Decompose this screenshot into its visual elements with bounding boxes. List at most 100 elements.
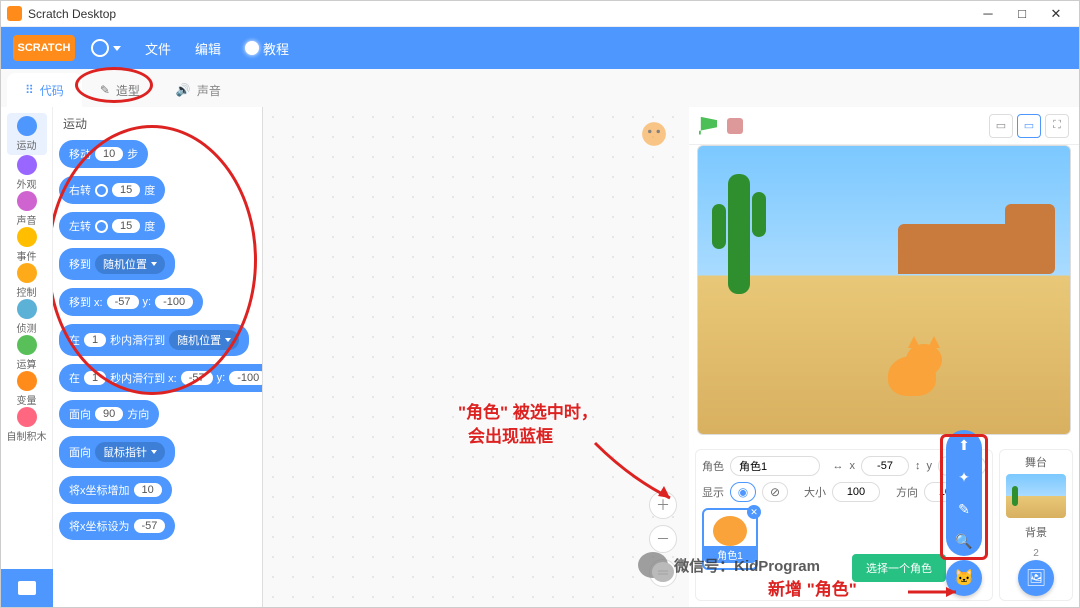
cat-icon [713, 516, 747, 546]
chevron-down-icon [113, 46, 121, 51]
category-外观[interactable]: 外观 [7, 155, 47, 191]
backdrop-cactus [728, 174, 750, 294]
scratch-logo: SCRATCH [13, 35, 75, 61]
watermark-wechat: 微信号：KidProgram [638, 552, 820, 578]
category-dot-icon [17, 371, 37, 391]
menu-edit[interactable]: 编辑 [187, 35, 229, 62]
workspace[interactable]: ＋ － ＝ [263, 107, 689, 607]
block-goto-xy[interactable]: 移到 x: -57 y: -100 [59, 288, 203, 316]
sound-icon: 🔊 [176, 83, 191, 97]
palette-header: 运动 [63, 115, 262, 132]
turn-ccw-icon [95, 220, 108, 233]
add-sprite-menu: ⬆ ✦ ✎ 🔍 [946, 430, 982, 556]
sprite-name-input[interactable] [730, 456, 820, 476]
annotation-text: 新增 "角色" [768, 575, 857, 600]
category-dot-icon [17, 263, 37, 283]
category-侦测[interactable]: 侦测 [7, 299, 47, 335]
close-button[interactable]: ✕ [1039, 1, 1073, 27]
minimize-button[interactable]: ─ [971, 1, 1005, 27]
sprite-size-label: 大小 [804, 484, 826, 500]
annotation-arrow [908, 582, 968, 602]
stage-size-large[interactable]: ▭ [1017, 114, 1041, 138]
window-title: Scratch Desktop [28, 7, 971, 21]
chevron-down-icon [225, 338, 231, 342]
backdrop-count: 2 [1033, 548, 1039, 559]
tab-costumes[interactable]: ✎ 造型 [82, 73, 158, 107]
category-事件[interactable]: 事件 [7, 227, 47, 263]
add-backdrop-button[interactable]: 🖼 [1018, 560, 1054, 596]
globe-icon [91, 39, 109, 57]
paint-sprite-button[interactable]: ✎ [955, 500, 973, 518]
sprite-name-label: 角色 [702, 458, 724, 474]
block-move-steps[interactable]: 移动 10 步 [59, 140, 148, 168]
category-变量[interactable]: 变量 [7, 371, 47, 407]
maximize-button[interactable]: □ [1005, 1, 1039, 27]
block-glide-xy[interactable]: 在 1 秒内滑行到 x: -57 y: -100 [59, 364, 263, 392]
annotation-text: "角色" 被选中时， [458, 398, 598, 423]
category-运算[interactable]: 运算 [7, 335, 47, 371]
block-goto-random[interactable]: 移到 随机位置 [59, 248, 175, 280]
sprite-show-label: 显示 [702, 484, 724, 500]
search-sprite-button[interactable]: 🔍 [955, 532, 973, 550]
block-turn-right[interactable]: 右转 15 度 [59, 176, 165, 204]
green-flag-button[interactable] [699, 117, 717, 135]
stage-size-small[interactable]: ▭ [989, 114, 1013, 138]
code-icon: ⠿ [25, 83, 34, 97]
upload-sprite-button[interactable]: ⬆ [955, 436, 973, 454]
chevron-down-icon [151, 450, 157, 454]
category-dot-icon [17, 227, 37, 247]
backdrop-thumbnail[interactable] [1006, 474, 1066, 518]
category-dot-icon [17, 299, 37, 319]
stage[interactable] [697, 145, 1071, 435]
sprite-show-button[interactable]: ◉ [730, 482, 756, 502]
zoom-out-button[interactable]: － [649, 525, 677, 553]
chevron-down-icon [151, 262, 157, 266]
lightbulb-icon [245, 41, 259, 55]
language-menu[interactable] [83, 35, 129, 61]
sprite-size-input[interactable] [832, 482, 880, 502]
category-自制积木[interactable]: 自制积木 [7, 407, 47, 443]
choose-sprite-label: 选择一个角色 [852, 554, 946, 582]
category-控制[interactable]: 控制 [7, 263, 47, 299]
tab-code[interactable]: ⠿ 代码 [7, 73, 82, 107]
delete-sprite-button[interactable]: ✕ [747, 505, 761, 519]
turn-cw-icon [95, 184, 108, 197]
surprise-sprite-button[interactable]: ✦ [955, 468, 973, 486]
block-category-column: 运动外观声音事件控制侦测运算变量自制积木 [1, 107, 53, 607]
annotation-arrow [590, 438, 680, 508]
category-声音[interactable]: 声音 [7, 191, 47, 227]
category-运动[interactable]: 运动 [7, 113, 47, 155]
block-point-direction[interactable]: 面向 90 方向 [59, 400, 159, 428]
block-glide-random[interactable]: 在 1 秒内滑行到 随机位置 [59, 324, 249, 356]
menu-file[interactable]: 文件 [137, 35, 179, 62]
extension-icon [18, 581, 36, 595]
stage-fullscreen[interactable]: ⛶ [1045, 114, 1069, 138]
stop-button[interactable] [727, 118, 743, 134]
block-palette[interactable]: 运动 移动 10 步 右转 15 度 左转 15 度 移到 随机位置 [53, 107, 263, 607]
block-set-x[interactable]: 将x坐标设为 -57 [59, 512, 175, 540]
block-point-towards[interactable]: 面向 鼠标指针 [59, 436, 175, 468]
add-extension-button[interactable] [1, 569, 53, 607]
category-dot-icon [17, 335, 37, 355]
sprite-watermark [637, 117, 671, 151]
category-dot-icon [17, 155, 37, 175]
brush-icon: ✎ [100, 83, 110, 97]
menu-bar: SCRATCH 文件 编辑 教程 [1, 27, 1079, 69]
wechat-icon [638, 552, 668, 578]
window-titlebar: Scratch Desktop ─ □ ✕ [1, 1, 1079, 27]
tab-sounds[interactable]: 🔊 声音 [158, 73, 239, 107]
annotation-text: 会出现蓝框 [468, 422, 553, 447]
category-dot-icon [17, 116, 37, 136]
sprite-dir-label: 方向 [896, 484, 918, 500]
backdrop-rock [1005, 204, 1055, 274]
block-change-x[interactable]: 将x坐标增加 10 [59, 476, 172, 504]
stage-panel: 舞台 背景 2 🖼 [999, 449, 1073, 601]
menu-tutorial[interactable]: 教程 [237, 35, 297, 62]
category-dot-icon [17, 407, 37, 427]
block-turn-left[interactable]: 左转 15 度 [59, 212, 165, 240]
category-dot-icon [17, 191, 37, 211]
sprite-cat[interactable] [878, 344, 948, 404]
sprite-x-input[interactable] [861, 456, 909, 476]
image-icon: 🖼 [1026, 568, 1046, 588]
sprite-hide-button[interactable]: ⊘ [762, 482, 788, 502]
